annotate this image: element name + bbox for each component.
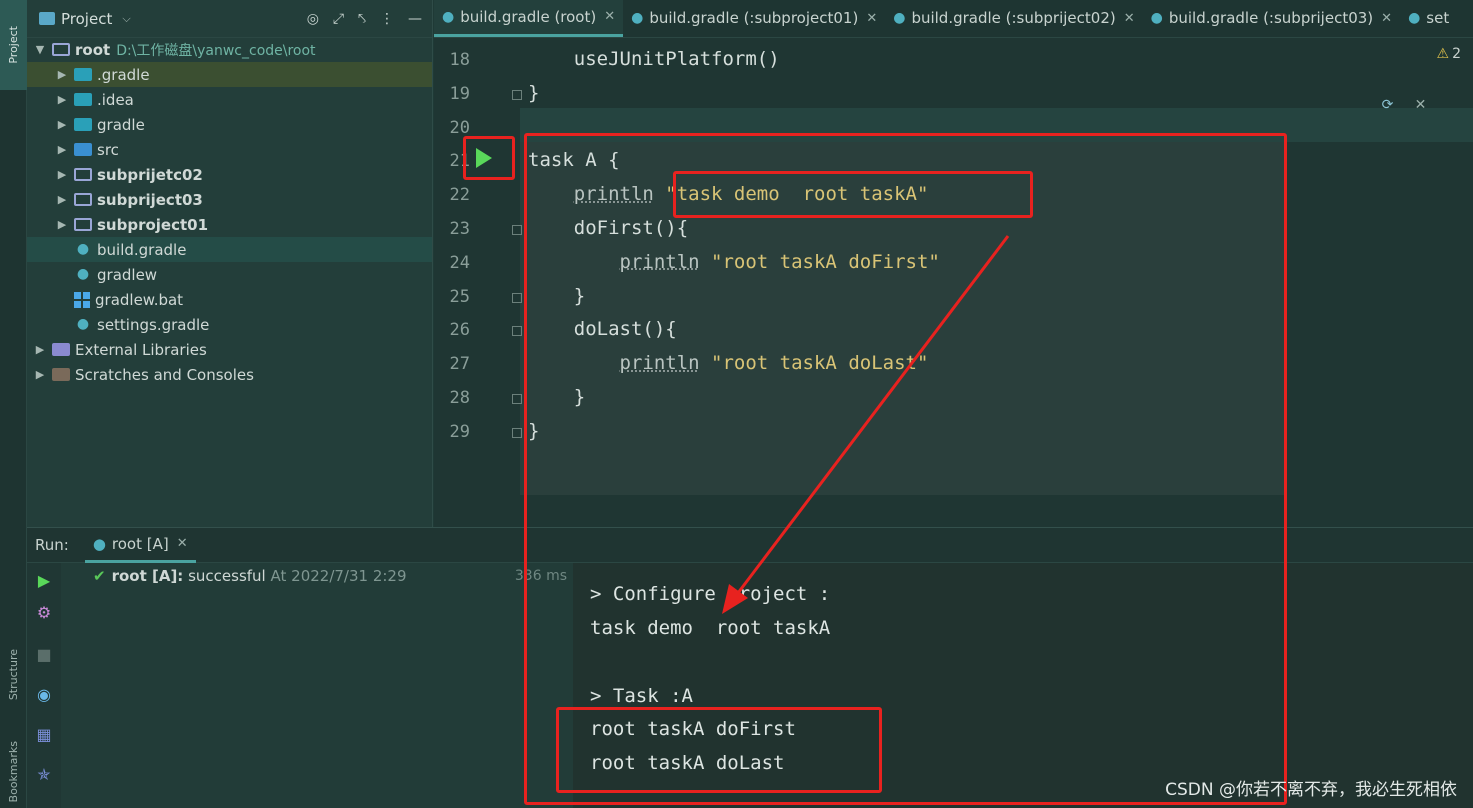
annotation-arrow <box>722 235 1010 614</box>
watermark: CSDN @你若不离不弃，我必生死相依 <box>1165 780 1457 800</box>
